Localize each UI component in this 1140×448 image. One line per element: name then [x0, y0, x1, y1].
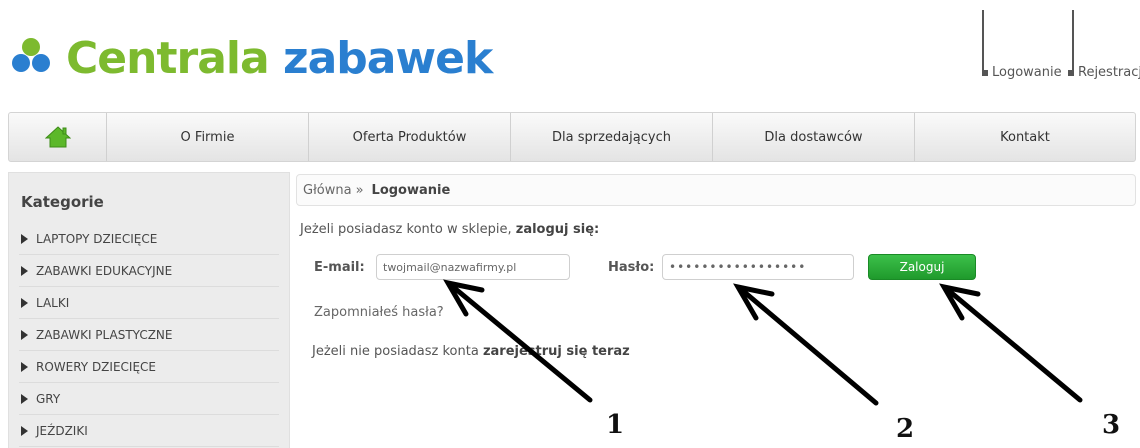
- triangle-right-icon: [21, 265, 28, 276]
- login-intro-text: Jeżeli posiadasz konto w sklepie,: [300, 222, 512, 237]
- category-item[interactable]: GRY: [19, 383, 279, 415]
- arrow-2: [739, 287, 879, 406]
- sidebar-title: Kategorie: [21, 193, 104, 211]
- login-intro-bold: zaloguj się:: [515, 222, 600, 237]
- arrow-1: [449, 283, 593, 403]
- register-link[interactable]: Rejestracja: [1068, 65, 1140, 80]
- category-label: ZABAWKI EDUKACYJNE: [36, 263, 173, 278]
- category-item[interactable]: ZABAWKI PLASTYCZNE: [19, 319, 279, 351]
- logo-word-1: Centrala: [66, 32, 270, 84]
- category-label: LALKI: [36, 295, 70, 310]
- main-nav: O Firmie Oferta Produktów Dla sprzedając…: [8, 112, 1136, 162]
- register-text: Jeżeli nie posiadasz konta: [312, 344, 479, 359]
- category-item[interactable]: LALKI: [19, 287, 279, 319]
- breadcrumb: Główna » Logowanie: [296, 174, 1136, 206]
- category-item[interactable]: ROWERY DZIECIĘCE: [19, 351, 279, 383]
- triangle-right-icon: [21, 297, 28, 308]
- triangle-right-icon: [21, 361, 28, 372]
- category-label: LAPTOPY DZIECIĘCE: [36, 231, 158, 246]
- register-link-inline[interactable]: zarejestruj się teraz: [483, 344, 630, 359]
- login-intro: Jeżeli posiadasz konto w sklepie, zalogu…: [300, 222, 599, 237]
- email-label: E-mail:: [314, 260, 365, 275]
- category-label: ROWERY DZIECIĘCE: [36, 359, 156, 374]
- category-label: ZABAWKI PLASTYCZNE: [36, 327, 173, 342]
- divider: [982, 10, 984, 72]
- category-sidebar: Kategorie LAPTOPY DZIECIĘCE ZABAWKI EDUK…: [8, 172, 290, 448]
- triangle-right-icon: [21, 425, 28, 436]
- triangle-right-icon: [21, 329, 28, 340]
- arrow-3: [945, 287, 1083, 403]
- divider: [1072, 10, 1074, 72]
- top-links: Logowanie Rejestracja: [936, 10, 1140, 80]
- category-label: JEŹDZIKI: [36, 423, 88, 438]
- category-item[interactable]: JEŹDZIKI: [19, 415, 279, 447]
- triangle-right-icon: [21, 393, 28, 404]
- forgot-password-link[interactable]: Zapomniałeś hasła?: [314, 305, 444, 320]
- category-list: LAPTOPY DZIECIĘCE ZABAWKI EDUKACYJNE LAL…: [9, 223, 289, 447]
- breadcrumb-separator: »: [355, 182, 364, 198]
- category-item[interactable]: ZABAWKI EDUKACYJNE: [19, 255, 279, 287]
- logo-word-2: zabawek: [282, 32, 493, 84]
- nav-item-kontakt[interactable]: Kontakt: [915, 113, 1135, 161]
- category-item[interactable]: LAPTOPY DZIECIĘCE: [19, 223, 279, 255]
- arrowhead-3: [939, 283, 981, 321]
- nav-item-o-firmie[interactable]: O Firmie: [107, 113, 309, 161]
- category-label: GRY: [36, 391, 61, 406]
- nav-item-dla-dostawcow[interactable]: Dla dostawców: [713, 113, 915, 161]
- nav-home[interactable]: [9, 113, 107, 161]
- login-button[interactable]: Zaloguj: [868, 254, 976, 280]
- arrowhead-2: [733, 283, 775, 321]
- password-field[interactable]: •••••••••••••••••: [662, 254, 854, 280]
- register-prompt: Jeżeli nie posiadasz konta zarejestruj s…: [312, 344, 630, 359]
- annotation-label-3: 3: [1102, 410, 1121, 440]
- nav-item-dla-sprzedajacych[interactable]: Dla sprzedających: [511, 113, 713, 161]
- annotation-label-1: 1: [606, 410, 625, 440]
- breadcrumb-current: Logowanie: [371, 182, 451, 198]
- email-field[interactable]: [376, 254, 570, 280]
- breadcrumb-home[interactable]: Główna: [303, 183, 352, 198]
- arrowhead-1: [443, 279, 485, 317]
- triangle-right-icon: [21, 233, 28, 244]
- login-link[interactable]: Logowanie: [982, 65, 1062, 80]
- logo-icon: [12, 38, 52, 78]
- logo-text: Centrala zabawek: [66, 32, 493, 84]
- logo[interactable]: Centrala zabawek: [12, 28, 493, 88]
- password-label: Hasło:: [608, 260, 655, 275]
- nav-item-oferta-produktow[interactable]: Oferta Produktów: [309, 113, 511, 161]
- home-icon: [44, 126, 71, 148]
- annotation-label-2: 2: [896, 414, 915, 444]
